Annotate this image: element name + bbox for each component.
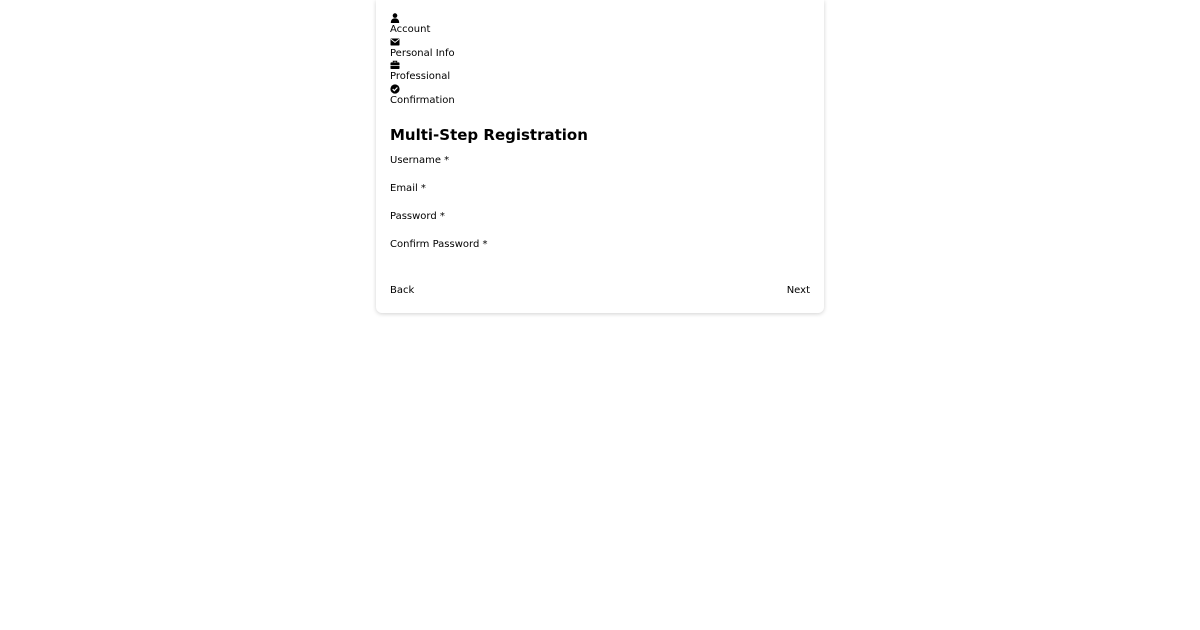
confirm-password-label: Confirm Password * <box>390 239 488 250</box>
briefcase-icon <box>390 60 400 70</box>
step-label: Account <box>390 24 431 35</box>
back-button[interactable]: Back <box>390 285 414 297</box>
password-input[interactable] <box>390 224 810 234</box>
password-label: Password * <box>390 211 445 222</box>
step-indicator: Account Personal Info Professional Confi… <box>390 13 455 107</box>
confirm-password-input[interactable] <box>390 252 810 262</box>
check-circle-icon <box>390 83 400 94</box>
username-input[interactable] <box>390 168 810 178</box>
username-field: Username * <box>390 155 810 179</box>
step-confirmation[interactable]: Confirmation <box>390 83 455 108</box>
step-account[interactable]: Account <box>390 13 455 37</box>
confirm-password-field: Confirm Password * <box>390 239 810 263</box>
page-title: Multi-Step Registration <box>390 126 588 144</box>
next-button[interactable]: Next <box>787 285 810 297</box>
password-field: Password * <box>390 211 810 235</box>
email-field: Email * <box>390 183 810 207</box>
user-icon <box>390 13 400 23</box>
registration-card: Account Personal Info Professional Confi… <box>376 0 824 313</box>
email-label: Email * <box>390 183 426 194</box>
step-professional[interactable]: Professional <box>390 60 455 84</box>
envelope-icon <box>390 37 400 47</box>
step-label: Personal Info <box>390 47 455 59</box>
step-label: Professional <box>390 71 451 82</box>
step-personal-info[interactable]: Personal Info <box>390 37 455 61</box>
username-label: Username * <box>390 155 450 166</box>
email-input[interactable] <box>390 196 810 206</box>
step-label: Confirmation <box>390 94 455 106</box>
